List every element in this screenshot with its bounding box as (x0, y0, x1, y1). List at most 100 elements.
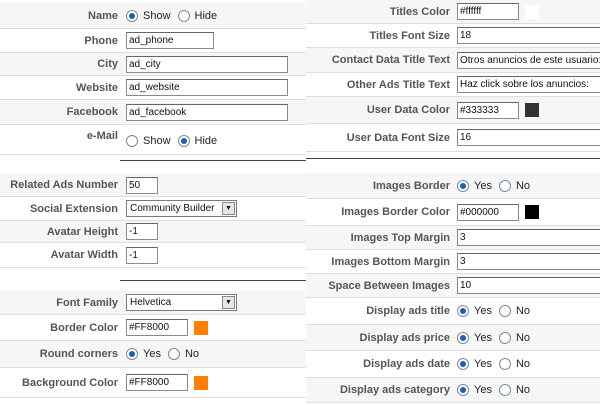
user-data-font-size-input[interactable]: 16 (457, 129, 600, 146)
images-border-yes-radio[interactable] (457, 179, 469, 192)
images-border-color-swatch[interactable] (525, 205, 539, 219)
related-ads-label: Related Ads Number (10, 179, 118, 191)
titles-font-size-label: Titles Font Size (369, 29, 450, 42)
avatar-height-input[interactable]: -1 (126, 223, 158, 240)
separator (120, 280, 306, 281)
other-ads-title-label: Other Ads Title Text (346, 78, 450, 91)
round-corners-yes-label: Yes (143, 348, 161, 360)
images-border-no-radio[interactable] (498, 179, 511, 192)
chevron-down-icon[interactable]: ▼ (222, 296, 235, 309)
display-category-yes-label: Yes (474, 384, 492, 396)
facebook-label: Facebook (66, 106, 118, 118)
social-extension-select[interactable]: Community Builder ▼ (126, 200, 237, 217)
name-row: Name Show Hide (0, 3, 306, 29)
user-data-color-row: User Data Color #333333 (306, 97, 600, 124)
avatar-width-label: Avatar Width (50, 249, 118, 261)
font-family-label: Font Family (56, 296, 118, 309)
user-data-color-swatch[interactable] (525, 103, 539, 117)
display-date-yes-radio[interactable] (457, 358, 469, 370)
display-title-yes-radio[interactable] (457, 305, 469, 317)
border-color-swatch[interactable] (194, 320, 208, 335)
display-price-yes-radio[interactable] (457, 331, 469, 344)
avatar-height-row: Avatar Height -1 (0, 221, 306, 243)
round-corners-no-radio[interactable] (167, 348, 180, 360)
titles-color-label: Titles Color (389, 5, 450, 18)
font-family-row: Font Family Helvetica ▼ (0, 291, 306, 315)
avatar-width-input[interactable]: -1 (126, 246, 158, 264)
related-ads-input[interactable]: 50 (126, 176, 158, 194)
border-color-input[interactable]: #FF8000 (126, 319, 188, 336)
user-data-color-label: User Data Color (366, 104, 450, 116)
name-hide-radio[interactable] (177, 9, 190, 22)
display-price-row: Display ads price Yes No (306, 325, 600, 351)
name-show-label: Show (143, 9, 171, 22)
website-row: Website ad_website (0, 76, 306, 100)
user-data-font-size-row: User Data Font Size 16 (306, 124, 600, 152)
images-border-no-label: No (515, 179, 531, 192)
space-between-images-input[interactable]: 10 (457, 277, 600, 294)
display-date-no-label: No (515, 358, 531, 370)
website-label: Website (76, 81, 118, 94)
border-color-row: Border Color #FF8000 (0, 315, 306, 341)
email-show-radio[interactable] (126, 134, 138, 147)
titles-color-row: Titles Color #ffffff (306, 0, 600, 24)
website-input[interactable]: ad_website (126, 79, 288, 96)
social-extension-label: Social Extension (29, 202, 118, 215)
background-color-input[interactable]: #FF8000 (126, 374, 188, 391)
email-label: e-Mail (86, 130, 118, 142)
images-top-margin-label: Images Top Margin (350, 231, 450, 244)
other-ads-title-input[interactable]: Haz click sobre los anuncios: (457, 76, 600, 93)
display-category-yes-radio[interactable] (457, 384, 469, 396)
display-title-no-radio[interactable] (498, 305, 511, 317)
images-top-margin-input[interactable]: 3 (457, 229, 600, 246)
images-bottom-margin-input[interactable]: 3 (457, 253, 600, 270)
titles-color-input[interactable]: #ffffff (457, 3, 519, 20)
display-category-row: Display ads category Yes No (306, 378, 600, 403)
round-corners-no-label: No (184, 348, 200, 360)
email-hide-radio[interactable] (177, 134, 190, 147)
name-label: Name (88, 9, 118, 22)
background-color-label: Background Color (22, 376, 118, 389)
phone-input[interactable]: ad_phone (126, 32, 214, 49)
round-corners-yes-radio[interactable] (126, 348, 138, 360)
space-between-images-label: Space Between Images (328, 279, 450, 292)
contact-title-input[interactable]: Otros anuncios de este usuario: (457, 51, 600, 69)
facebook-input[interactable]: ad_facebook (126, 103, 288, 121)
display-title-no-label: No (515, 305, 531, 317)
city-label: City (97, 58, 118, 70)
display-title-yes-label: Yes (474, 305, 492, 317)
display-date-no-radio[interactable] (498, 358, 511, 370)
avatar-height-label: Avatar Height (46, 225, 118, 238)
display-category-no-radio[interactable] (498, 384, 511, 396)
separator (120, 160, 306, 161)
separator (306, 158, 600, 159)
name-show-radio[interactable] (126, 9, 138, 22)
round-corners-row: Round corners Yes No (0, 341, 306, 368)
user-data-color-input[interactable]: #333333 (457, 101, 519, 119)
related-ads-row: Related Ads Number 50 (0, 174, 306, 197)
round-corners-label: Round corners (39, 348, 118, 360)
facebook-row: Facebook ad_facebook (0, 100, 306, 125)
display-category-label: Display ads category (339, 384, 450, 396)
avatar-width-row: Avatar Width -1 (0, 243, 306, 268)
titles-font-size-input[interactable]: 18 (457, 27, 600, 44)
images-border-label: Images Border (372, 179, 450, 192)
images-bottom-margin-label: Images Bottom Margin (331, 255, 450, 268)
background-color-swatch[interactable] (194, 375, 208, 390)
phone-row: Phone ad_phone (0, 29, 306, 53)
images-border-color-input[interactable]: #000000 (457, 203, 519, 221)
images-border-color-row: Images Border Color #000000 (306, 199, 600, 226)
font-family-select[interactable]: Helvetica ▼ (126, 294, 237, 311)
display-price-no-radio[interactable] (498, 331, 511, 344)
display-date-row: Display ads date Yes No (306, 351, 600, 378)
titles-font-size-row: Titles Font Size 18 (306, 24, 600, 48)
chevron-down-icon[interactable]: ▼ (222, 202, 235, 215)
city-input[interactable]: ad_city (126, 55, 288, 73)
user-data-font-size-label: User Data Font Size (346, 131, 450, 144)
titles-color-swatch[interactable] (525, 4, 539, 19)
phone-label: Phone (84, 34, 118, 47)
display-category-no-label: No (515, 384, 531, 396)
display-price-label: Display ads price (359, 331, 451, 344)
images-top-margin-row: Images Top Margin 3 (306, 226, 600, 250)
border-color-label: Border Color (50, 321, 118, 334)
